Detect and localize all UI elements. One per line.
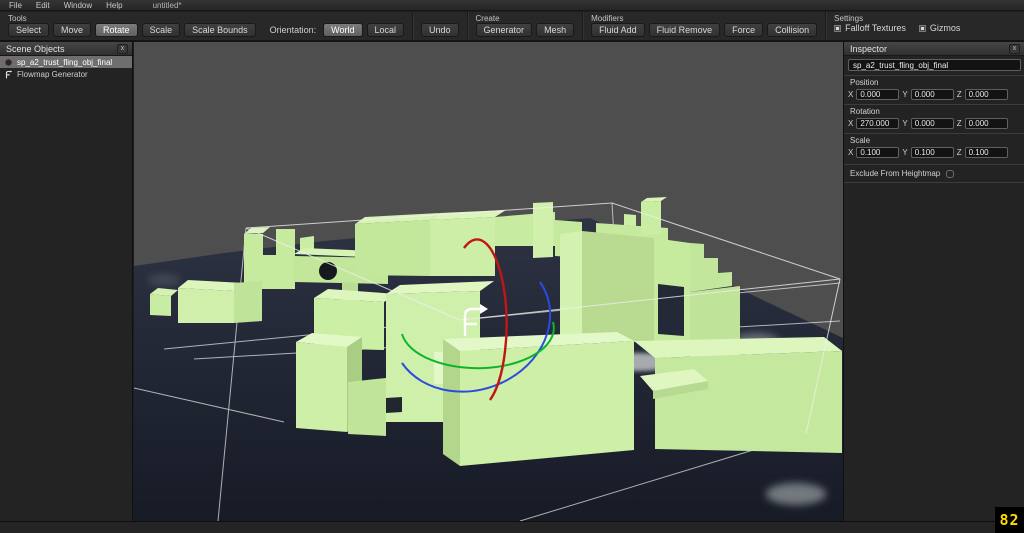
fluid-remove-button[interactable]: Fluid Remove — [648, 23, 721, 37]
scale-label: Scale — [850, 136, 871, 145]
checkbox-icon — [918, 24, 926, 32]
rotate-tool-button[interactable]: Rotate — [95, 23, 138, 37]
scale-section: Scale X Y Z — [844, 133, 1024, 162]
position-x-field[interactable] — [856, 89, 900, 100]
gizmos-label: Gizmos — [929, 23, 961, 33]
object-name-field[interactable] — [848, 59, 1021, 71]
toolbar-group-undo: Undo — [412, 12, 467, 40]
scene-object-label: Flowmap Generator — [17, 69, 88, 79]
modifiers-group-label: Modifiers — [591, 14, 624, 23]
axis-y-label: Y — [902, 119, 908, 128]
position-label: Position — [850, 78, 879, 87]
tools-group-label: Tools — [8, 14, 27, 23]
menu-bar: File Edit Window Help untitled* — [0, 0, 1024, 11]
status-bar — [0, 521, 1024, 533]
toolbar-group-modifiers: Modifiers Fluid Add Fluid Remove Force C… — [582, 12, 825, 40]
toolbar-group-create: Create Generator Mesh — [466, 12, 583, 40]
scene-object-label: sp_a2_trust_fling_obj_final — [17, 57, 113, 67]
rotation-section: Rotation X Y Z — [844, 104, 1024, 133]
menu-file[interactable]: File — [9, 1, 22, 10]
axis-z-label: Z — [956, 119, 962, 128]
exclude-heightmap-row[interactable]: Exclude From Heightmap — [844, 164, 1024, 183]
editor-window: File Edit Window Help untitled* Tools Se… — [0, 0, 1024, 533]
fps-counter: 82 — [995, 507, 1024, 533]
sphere-prop[interactable] — [319, 262, 337, 280]
rotation-x-field[interactable] — [856, 118, 900, 129]
move-tool-button[interactable]: Move — [53, 23, 92, 37]
create-generator-button[interactable]: Generator — [475, 23, 533, 37]
scale-tool-button[interactable]: Scale — [141, 23, 181, 37]
exclude-heightmap-checkbox[interactable] — [946, 169, 955, 178]
flowmap-icon — [5, 69, 13, 79]
toolbar-group-settings: Settings Falloff Textures Gizmos — [825, 12, 977, 40]
menu-help[interactable]: Help — [106, 1, 122, 10]
scene-object-item-flowmap[interactable]: Flowmap Generator — [0, 68, 132, 80]
checkbox-icon — [834, 24, 842, 32]
position-z-field[interactable] — [964, 89, 1008, 100]
close-icon[interactable]: x — [117, 43, 128, 54]
exclude-heightmap-label: Exclude From Heightmap — [850, 169, 941, 178]
axis-y-label: Y — [902, 90, 908, 99]
inspector-header: Inspector x — [844, 42, 1024, 56]
axis-x-label: X — [848, 119, 854, 128]
document-title: untitled* — [152, 0, 182, 10]
scene-objects-header: Scene Objects x — [0, 42, 132, 56]
collision-button[interactable]: Collision — [767, 23, 818, 37]
position-section: Position X Y Z — [844, 75, 1024, 104]
inspector-panel: Inspector x Position X Y Z Rotation X Y … — [843, 42, 1024, 521]
settings-group-label: Settings — [834, 14, 864, 23]
scene-objects-title: Scene Objects — [6, 43, 65, 54]
orientation-local-button[interactable]: Local — [366, 23, 405, 37]
scene-objects-panel: Scene Objects x sp_a2_trust_fling_obj_fi… — [0, 42, 133, 521]
scale-x-field[interactable] — [856, 147, 900, 158]
gizmos-checkbox[interactable]: Gizmos — [918, 23, 961, 33]
scale-bounds-tool-button[interactable]: Scale Bounds — [184, 23, 256, 37]
toolbar-group-tools: Tools Select Move Rotate Scale Scale Bou… — [0, 12, 412, 40]
mesh-icon — [4, 58, 13, 66]
falloff-textures-checkbox[interactable]: Falloff Textures — [834, 23, 906, 33]
toolbar: Tools Select Move Rotate Scale Scale Bou… — [0, 12, 1024, 42]
fluid-add-button[interactable]: Fluid Add — [591, 23, 645, 37]
scene-object-item-mesh[interactable]: sp_a2_trust_fling_obj_final — [0, 56, 132, 68]
close-icon[interactable]: x — [1009, 43, 1020, 54]
scale-y-field[interactable] — [910, 147, 954, 158]
position-y-field[interactable] — [910, 89, 954, 100]
falloff-textures-label: Falloff Textures — [845, 23, 906, 33]
rotation-y-field[interactable] — [910, 118, 954, 129]
menu-edit[interactable]: Edit — [36, 1, 50, 10]
create-mesh-button[interactable]: Mesh — [536, 23, 575, 37]
orientation-world-button[interactable]: World — [323, 23, 363, 37]
select-tool-button[interactable]: Select — [8, 23, 50, 37]
axis-z-label: Z — [956, 90, 962, 99]
axis-x-label: X — [848, 148, 854, 157]
menu-window[interactable]: Window — [64, 1, 92, 10]
axis-y-label: Y — [902, 148, 908, 157]
rotation-label: Rotation — [850, 107, 880, 116]
orientation-label: Orientation: — [269, 25, 317, 35]
force-button[interactable]: Force — [724, 23, 764, 37]
scale-z-field[interactable] — [964, 147, 1008, 158]
inspector-title: Inspector — [850, 43, 888, 54]
undo-button[interactable]: Undo — [421, 23, 459, 37]
axis-x-label: X — [848, 90, 854, 99]
rotation-z-field[interactable] — [964, 118, 1008, 129]
viewport-3d[interactable] — [134, 42, 843, 521]
viewport-3d-scene — [134, 42, 843, 521]
axis-z-label: Z — [956, 148, 962, 157]
create-group-label: Create — [475, 14, 500, 23]
